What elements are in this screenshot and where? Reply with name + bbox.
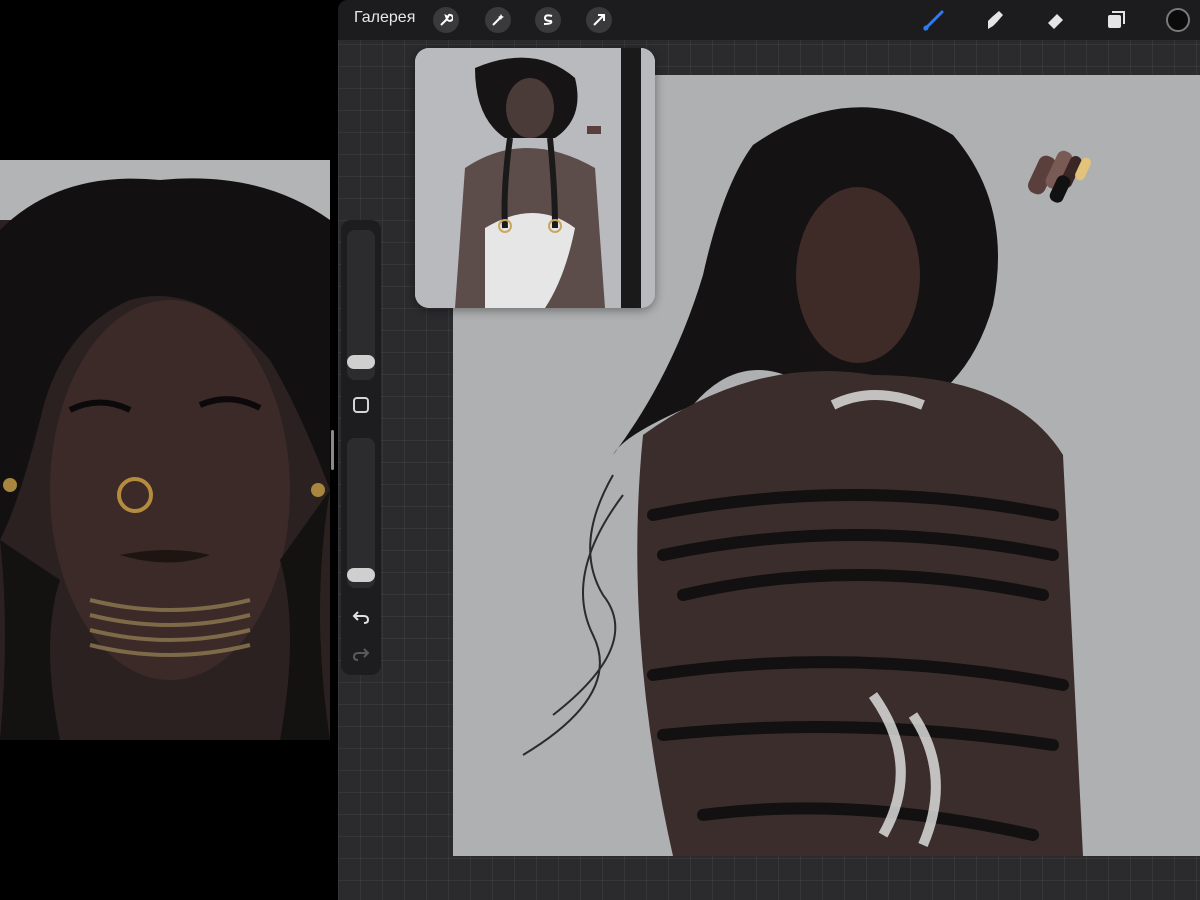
layers-icon[interactable] (1102, 6, 1130, 34)
opacity-thumb[interactable] (347, 568, 375, 582)
transform-arrow-icon[interactable] (586, 7, 612, 33)
undo-icon[interactable] (349, 605, 373, 629)
left-sidebar (341, 220, 381, 675)
brush-size-thumb[interactable] (347, 355, 375, 369)
procreate-app: Галерея (338, 0, 1200, 900)
smudge-icon[interactable] (980, 6, 1008, 34)
brush-icon[interactable] (920, 6, 948, 34)
split-view-handle[interactable] (331, 430, 334, 470)
top-toolbar: Галерея (338, 0, 1200, 40)
opacity-slider[interactable] (347, 438, 375, 588)
magic-wand-icon[interactable] (485, 7, 511, 33)
color-picker-swatch[interactable] (1166, 8, 1190, 32)
eraser-icon[interactable] (1041, 6, 1069, 34)
portrait-artwork (0, 160, 330, 740)
wrench-icon[interactable] (433, 7, 459, 33)
gallery-button[interactable]: Галерея (354, 9, 415, 27)
redo-icon[interactable] (349, 642, 373, 666)
selection-s-icon[interactable] (535, 7, 561, 33)
brush-size-slider[interactable] (347, 230, 375, 380)
reference-sketch (415, 48, 655, 308)
modify-square-icon[interactable] (349, 393, 373, 417)
reference-window[interactable] (415, 48, 655, 308)
reference-photo-panel (0, 160, 330, 740)
